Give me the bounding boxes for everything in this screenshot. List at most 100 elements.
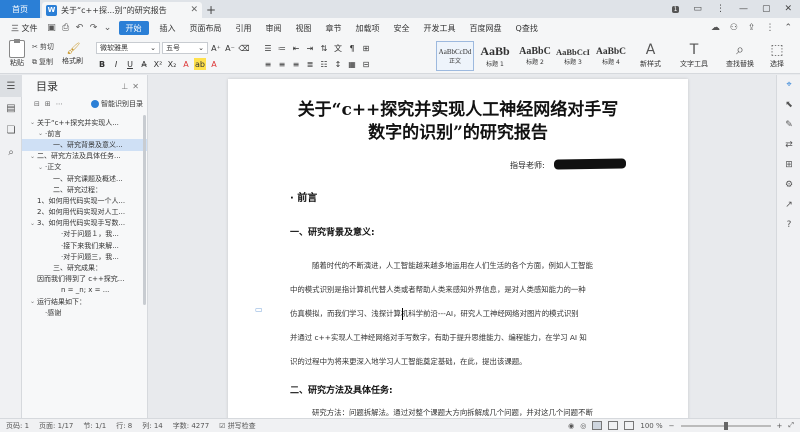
collapse-all-icon[interactable]: ⊟ xyxy=(34,100,40,108)
close-window-button[interactable]: ✕ xyxy=(784,4,792,14)
toc-item[interactable]: 1、如何用代码实现一个人... xyxy=(22,195,147,206)
help-icon[interactable]: ? xyxy=(777,215,800,235)
menu-tab-developer[interactable]: 开发工具 xyxy=(417,18,463,38)
smart-toc-button[interactable]: 智能识别目录 xyxy=(91,99,147,109)
restore-icon[interactable]: ▭ xyxy=(693,4,702,14)
toc-item[interactable]: ·对于问题三，我... xyxy=(22,251,147,262)
menu-tab-home[interactable]: 开始 xyxy=(118,21,149,35)
chevron-down-icon[interactable]: ⌄ xyxy=(30,119,37,126)
chevron-down-icon[interactable]: ⌄ xyxy=(30,153,37,160)
zoom-slider-handle[interactable] xyxy=(723,421,728,430)
chapter-nav-icon[interactable]: ▤ xyxy=(0,97,22,119)
toc-scrollbar[interactable] xyxy=(143,115,146,305)
toc-item[interactable]: ⌄ 二、研究方法及具体任务... xyxy=(22,151,147,162)
word-count[interactable]: 字数: 4277 xyxy=(173,421,209,431)
notification-badge[interactable]: 1 xyxy=(671,5,680,13)
chevron-down-icon[interactable]: ⌄ xyxy=(30,220,37,227)
share-icon[interactable]: ⇪ xyxy=(748,23,756,33)
toc-item[interactable]: 2、如何用代码实现对人工... xyxy=(22,207,147,218)
settings-icon[interactable]: ⚙ xyxy=(777,175,800,195)
style-heading-3[interactable]: AaBbCcI 标题 3 xyxy=(554,41,592,71)
indent-icon[interactable]: ⇥ xyxy=(304,42,316,54)
highlight-icon[interactable]: ab xyxy=(194,58,206,70)
style-heading-4[interactable]: AaBbC 标题 4 xyxy=(592,41,630,71)
level-icon[interactable]: ⋯ xyxy=(56,100,63,108)
menu-tab-review[interactable]: 审阅 xyxy=(259,18,289,38)
protect-icon[interactable]: ◉ xyxy=(568,422,574,430)
menu-tab-view[interactable]: 视图 xyxy=(289,18,319,38)
zoom-level[interactable]: 100 % xyxy=(640,422,662,430)
cut-button[interactable]: ✂ 剪切 xyxy=(32,42,54,52)
subscript-icon[interactable]: X₂ xyxy=(166,58,178,70)
font-family-select[interactable]: 微软雅黑 ⌄ xyxy=(96,42,160,54)
collapse-ribbon-icon[interactable]: ⌃ xyxy=(784,23,792,33)
chevron-down-icon[interactable]: ⌄ xyxy=(38,130,45,137)
toc-item[interactable]: ⌄ 运行结果如下： xyxy=(22,296,147,307)
location-icon[interactable]: ⌖ xyxy=(777,75,800,95)
cloud-sync-icon[interactable]: ☁ xyxy=(711,23,720,33)
more-options-icon[interactable]: ⋮ xyxy=(765,23,774,33)
italic-icon[interactable]: I xyxy=(110,58,122,70)
chevron-down-icon[interactable]: ⌄ xyxy=(38,164,45,171)
page-count[interactable]: 页面: 1/17 xyxy=(39,421,73,431)
zoom-out-icon[interactable]: − xyxy=(669,422,675,430)
menu-tab-security[interactable]: 安全 xyxy=(387,18,417,38)
find-replace-button[interactable]: ⌕ 查找替换 xyxy=(726,41,754,69)
home-tab[interactable]: 首页 xyxy=(0,0,40,18)
menu-tab-chapter[interactable]: 章节 xyxy=(319,18,349,38)
bookmark-icon[interactable]: ❏ xyxy=(0,119,22,141)
menu-tab-baidu-disk[interactable]: 百度网盘 xyxy=(463,18,509,38)
menu-tab-references[interactable]: 引用 xyxy=(229,18,259,38)
page-view-icon[interactable] xyxy=(592,421,603,430)
zoom-slider[interactable] xyxy=(680,421,771,430)
align-center-icon[interactable]: ≡ xyxy=(276,58,288,70)
page-number[interactable]: 页码: 1 xyxy=(6,421,29,431)
font-color-icon[interactable]: A xyxy=(180,58,192,70)
style-panel-icon[interactable]: ⇄ xyxy=(777,135,800,155)
text-tools-button[interactable]: T 文字工具 xyxy=(680,41,708,69)
pin-icon[interactable]: ⊥ xyxy=(121,82,128,91)
new-style-button[interactable]: A 新样式 xyxy=(640,41,661,69)
format-painter-button[interactable]: 🖌 格式刷 xyxy=(62,42,83,66)
align-left-icon[interactable]: ≡ xyxy=(262,58,274,70)
new-tab-button[interactable]: + xyxy=(202,2,220,18)
comment-margin-icon[interactable]: ▭ xyxy=(255,305,263,314)
format-icon[interactable]: ⊞ xyxy=(777,155,800,175)
toc-item[interactable]: 一、研究课题及概述... xyxy=(22,173,147,184)
sort-icon[interactable]: ⇅ xyxy=(318,42,330,54)
superscript-icon[interactable]: X² xyxy=(152,58,164,70)
find-icon[interactable]: ⌕ xyxy=(0,141,22,163)
expand-all-icon[interactable]: ⊞ xyxy=(45,100,51,108)
toc-item[interactable]: 二、研究过程： xyxy=(22,184,147,195)
dropdown-icon[interactable]: ⌄ xyxy=(101,21,115,35)
outline-view-icon[interactable] xyxy=(608,421,619,430)
close-icon[interactable]: ✕ xyxy=(132,82,139,91)
show-marks-icon[interactable]: ¶ xyxy=(346,42,358,54)
toc-item[interactable]: 一、研究背景及意义... xyxy=(22,139,147,151)
paste-button[interactable]: 粘贴 xyxy=(6,39,28,68)
edit-icon[interactable]: ✎ xyxy=(777,115,800,135)
table-border-icon[interactable]: ⊟ xyxy=(360,58,372,70)
outdent-icon[interactable]: ⇤ xyxy=(290,42,302,54)
bold-icon[interactable]: B xyxy=(96,58,108,70)
web-view-icon[interactable] xyxy=(624,421,635,430)
toc-item[interactable]: ⌄ 3、如何用代码实现手写数... xyxy=(22,218,147,229)
select-tool-icon[interactable]: ⬉ xyxy=(777,95,800,115)
toc-item[interactable]: ⌄ ·正文 xyxy=(22,162,147,173)
strikethrough-icon[interactable]: A̶ xyxy=(138,58,150,70)
toc-item[interactable]: ·感谢 xyxy=(22,307,147,318)
close-tab-icon[interactable]: ✕ xyxy=(190,5,198,15)
line-spacing-icon[interactable]: ↕ xyxy=(332,58,344,70)
grow-font-icon[interactable]: A⁺ xyxy=(210,42,222,54)
font-size-select[interactable]: 五号 ⌄ xyxy=(162,42,208,54)
style-heading-2[interactable]: AaBbC 标题 2 xyxy=(516,41,554,71)
zoom-in-icon[interactable]: + xyxy=(777,422,783,430)
document-page[interactable]: 关于“c++探究并实现人工神经网络对手写 数字的识别”的研究报告 指导老师: ·… xyxy=(228,79,688,418)
style-normal[interactable]: AaBbCcDd 正文 xyxy=(436,41,474,71)
copy-button[interactable]: ⧉ 复制 xyxy=(32,57,53,67)
focus-icon[interactable]: ◎ xyxy=(580,422,586,430)
fit-page-icon[interactable]: ⤢ xyxy=(788,421,794,430)
save-icon[interactable]: ▣ xyxy=(45,21,59,35)
undo-icon[interactable]: ↶ xyxy=(73,21,87,35)
document-tab[interactable]: W 关于“c++探...别”的研究报告 ✕ xyxy=(42,2,202,18)
